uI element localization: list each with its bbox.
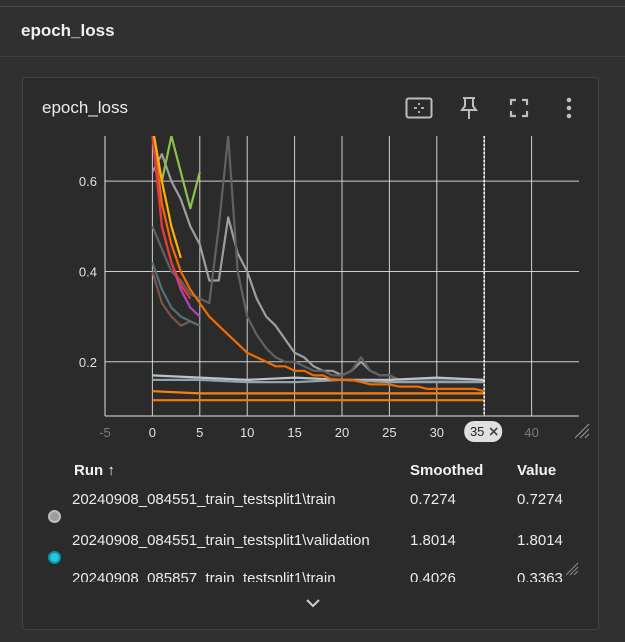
x-tick-label: 30 (430, 425, 444, 440)
fit-domain-icon (405, 97, 433, 119)
fullscreen-button[interactable] (505, 94, 533, 122)
run-name: 20240908_084551_train_testsplit1\validat… (72, 532, 370, 549)
run-column-header[interactable]: Run ↑ (74, 462, 115, 479)
series-line (152, 390, 485, 395)
run-table: Run ↑ Smoothed Value 20240908_084551_tra… (23, 458, 598, 582)
x-tick-label: 15 (287, 425, 301, 440)
table-row[interactable]: 20240908_084551_train_testsplit1\validat… (23, 532, 598, 572)
pin-button[interactable] (455, 94, 483, 122)
hover-step-label: 35 (470, 424, 484, 439)
raw-value: 0.3363 (517, 570, 563, 582)
card-title: epoch_loss (42, 98, 129, 117)
x-tick-label: 10 (240, 425, 254, 440)
fit-domain-button[interactable] (405, 94, 433, 122)
raw-value: 0.7274 (517, 491, 563, 508)
table-row[interactable]: 20240908_085857_train_testsplit1\train 0… (23, 570, 598, 582)
smoothed-column-header[interactable]: Smoothed (410, 462, 483, 479)
x-tick-label: 5 (196, 425, 203, 440)
smoothed-value: 0.4026 (410, 570, 456, 582)
chart-canvas[interactable]: 0.2 0.4 0.6 -5 0 5 10 15 20 25 30 40 35 (23, 132, 599, 452)
y-tick-label: 0.4 (79, 264, 97, 279)
run-color-swatch (48, 510, 61, 523)
top-divider (0, 6, 625, 7)
series-line (152, 136, 485, 393)
x-tick-label: 40 (524, 425, 538, 440)
run-name: 20240908_084551_train_testsplit1\train (72, 491, 336, 508)
x-tick-label: 20 (335, 425, 349, 440)
x-tick-label: 0 (149, 425, 156, 440)
expand-table-button[interactable] (301, 593, 325, 613)
pin-icon (460, 97, 478, 119)
table-resize-handle[interactable] (565, 562, 579, 576)
run-color-swatch (48, 551, 61, 564)
chevron-down-icon (306, 599, 320, 608)
scalar-card: epoch_loss 0.2 0.4 0.6 -5 0 5 10 15 20 25 30 40 35 R… (22, 77, 599, 630)
more-options-button[interactable] (555, 94, 583, 122)
raw-value: 1.8014 (517, 532, 563, 549)
fullscreen-icon (509, 98, 529, 118)
y-tick-label: 0.6 (79, 174, 97, 189)
line-chart[interactable]: 0.2 0.4 0.6 -5 0 5 10 15 20 25 30 40 35 (23, 132, 599, 452)
run-name: 20240908_085857_train_testsplit1\train (72, 570, 336, 582)
value-column-header[interactable]: Value (517, 462, 556, 479)
smoothed-value: 0.7274 (410, 491, 456, 508)
series-line (151, 136, 485, 381)
series-line (151, 153, 485, 384)
x-tick-label: 25 (382, 425, 396, 440)
section-title: epoch_loss (21, 21, 115, 40)
smoothed-value: 1.8014 (410, 532, 456, 549)
section-divider (0, 56, 625, 57)
more-vert-icon (566, 97, 572, 119)
x-tick-label: -5 (99, 425, 111, 440)
chart-resize-handle (574, 423, 590, 439)
y-tick-label: 0.2 (79, 355, 97, 370)
table-row[interactable]: 20240908_084551_train_testsplit1\train 0… (23, 491, 598, 531)
